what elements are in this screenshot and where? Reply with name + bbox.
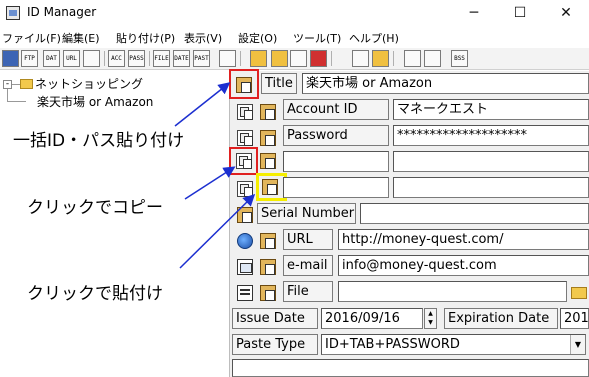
custom-label-field-1[interactable] xyxy=(283,151,389,172)
copy-icon[interactable] xyxy=(237,130,253,146)
maximize-button[interactable]: ☐ xyxy=(497,0,543,27)
toolbar-separator xyxy=(104,51,105,66)
custom-value-field-1[interactable] xyxy=(393,151,589,172)
issue-date-label: Issue Date xyxy=(232,308,318,329)
key-icon[interactable] xyxy=(372,50,389,67)
expiration-date-label: Expiration Date xyxy=(444,308,558,329)
paste-icon[interactable] xyxy=(260,104,276,120)
title-label: Title xyxy=(261,73,297,94)
tree-item-entry[interactable]: 楽天市場 or Amazon xyxy=(37,93,153,110)
menu-view[interactable]: 表示(V) xyxy=(184,30,222,46)
mail-icon[interactable] xyxy=(237,259,253,275)
annotation-copy: クリックでコピー xyxy=(27,198,163,218)
new-file-icon[interactable] xyxy=(290,50,307,67)
serial-number-field[interactable] xyxy=(360,203,589,224)
menu-file[interactable]: ファイル(F) xyxy=(2,30,61,46)
email-label: e-mail xyxy=(283,255,333,276)
tree-connector xyxy=(12,84,20,85)
note-icon[interactable] xyxy=(424,50,441,67)
paste-icon[interactable] xyxy=(260,259,276,275)
file-toolbar-icon[interactable]: FILE xyxy=(153,50,170,67)
url-field[interactable]: http://money-quest.com/ xyxy=(338,229,589,250)
globe-icon[interactable] xyxy=(237,233,253,249)
serial-number-label: Serial Number xyxy=(257,203,356,224)
pass-icon[interactable]: PASS xyxy=(128,50,145,67)
app-icon xyxy=(6,6,20,20)
paste-all-icon[interactable] xyxy=(236,77,252,93)
paste-type-label: Paste Type xyxy=(232,334,318,355)
account-id-field[interactable]: マネークエスト xyxy=(393,99,589,120)
copy-icon[interactable] xyxy=(236,153,252,169)
account-id-label: Account ID xyxy=(283,99,389,120)
new-folder-icon[interactable] xyxy=(250,50,267,67)
menu-edit[interactable]: 編集(E) xyxy=(62,30,100,46)
past-icon[interactable]: PAST xyxy=(193,50,210,67)
paste-icon[interactable] xyxy=(260,153,276,169)
title-field[interactable]: 楽天市場 or Amazon xyxy=(302,73,589,94)
id-card-icon[interactable] xyxy=(352,50,369,67)
paste-icon[interactable] xyxy=(262,179,278,195)
paste-toolbar-icon[interactable] xyxy=(219,50,236,67)
tree-item-net-shopping[interactable]: ネットショッピング xyxy=(35,75,143,92)
window-icon[interactable] xyxy=(404,50,421,67)
password-label: Password xyxy=(283,125,389,146)
email-field[interactable]: info@money-quest.com xyxy=(338,255,589,276)
copy-icon[interactable] xyxy=(237,181,253,197)
minimize-button[interactable]: ─ xyxy=(451,0,497,27)
menu-paste[interactable]: 貼り付け(P) xyxy=(116,30,175,46)
dat-icon[interactable]: DAT xyxy=(43,50,60,67)
folder-open-icon[interactable] xyxy=(571,287,587,299)
delete-icon[interactable] xyxy=(310,50,327,67)
file-field[interactable] xyxy=(338,281,567,302)
toolbar-separator xyxy=(240,51,241,66)
window-title: ID Manager xyxy=(27,5,97,19)
paste-icon[interactable] xyxy=(260,130,276,146)
copy-icon[interactable] xyxy=(237,104,253,120)
folder-icon xyxy=(20,79,33,89)
file-icon[interactable] xyxy=(237,285,253,301)
print-icon[interactable] xyxy=(83,50,100,67)
date-icon[interactable]: DATE xyxy=(173,50,190,67)
expiration-date-field[interactable]: 201 xyxy=(560,308,589,329)
menu-settings[interactable]: 設定(O) xyxy=(238,30,277,46)
url-toolbar-icon[interactable]: URL xyxy=(63,50,80,67)
bss-icon[interactable]: BSS xyxy=(451,50,468,67)
chevron-down-icon[interactable]: ▼ xyxy=(570,335,585,354)
custom-value-field-2[interactable] xyxy=(393,177,589,198)
url-label: URL xyxy=(283,229,333,250)
paste-icon[interactable] xyxy=(260,233,276,249)
ftp-icon[interactable]: FTP xyxy=(21,50,38,67)
issue-date-spinner[interactable]: ▲ ▼ xyxy=(424,308,437,329)
paste-type-select[interactable]: ID+TAB+PASSWORD xyxy=(321,334,586,355)
acc-icon[interactable]: ACC xyxy=(108,50,125,67)
password-field[interactable]: ******************** xyxy=(393,125,589,146)
paste-icon[interactable] xyxy=(260,285,276,301)
close-button[interactable]: ✕ xyxy=(543,0,589,27)
new-item-icon[interactable] xyxy=(271,50,288,67)
issue-date-field[interactable]: 2016/09/16 xyxy=(321,308,423,329)
menu-tools[interactable]: ツール(T) xyxy=(293,30,341,46)
annotation-paste-all: 一括ID・パス貼り付け xyxy=(13,131,185,151)
memo-field[interactable] xyxy=(232,359,589,377)
toolbar-separator xyxy=(331,51,332,66)
toolbar-separator xyxy=(149,51,150,66)
toolbar-separator xyxy=(393,51,394,66)
menu-help[interactable]: ヘルプ(H) xyxy=(349,30,399,46)
file-label: File xyxy=(283,281,333,302)
paste-icon[interactable] xyxy=(237,207,253,223)
tree-connector xyxy=(8,101,26,102)
tree-collapse-toggle[interactable]: - xyxy=(3,80,12,89)
save-icon[interactable] xyxy=(2,50,19,67)
annotation-paste: クリックで貼付け xyxy=(27,284,163,304)
folder-tree xyxy=(0,71,229,377)
custom-label-field-2[interactable] xyxy=(283,177,389,198)
